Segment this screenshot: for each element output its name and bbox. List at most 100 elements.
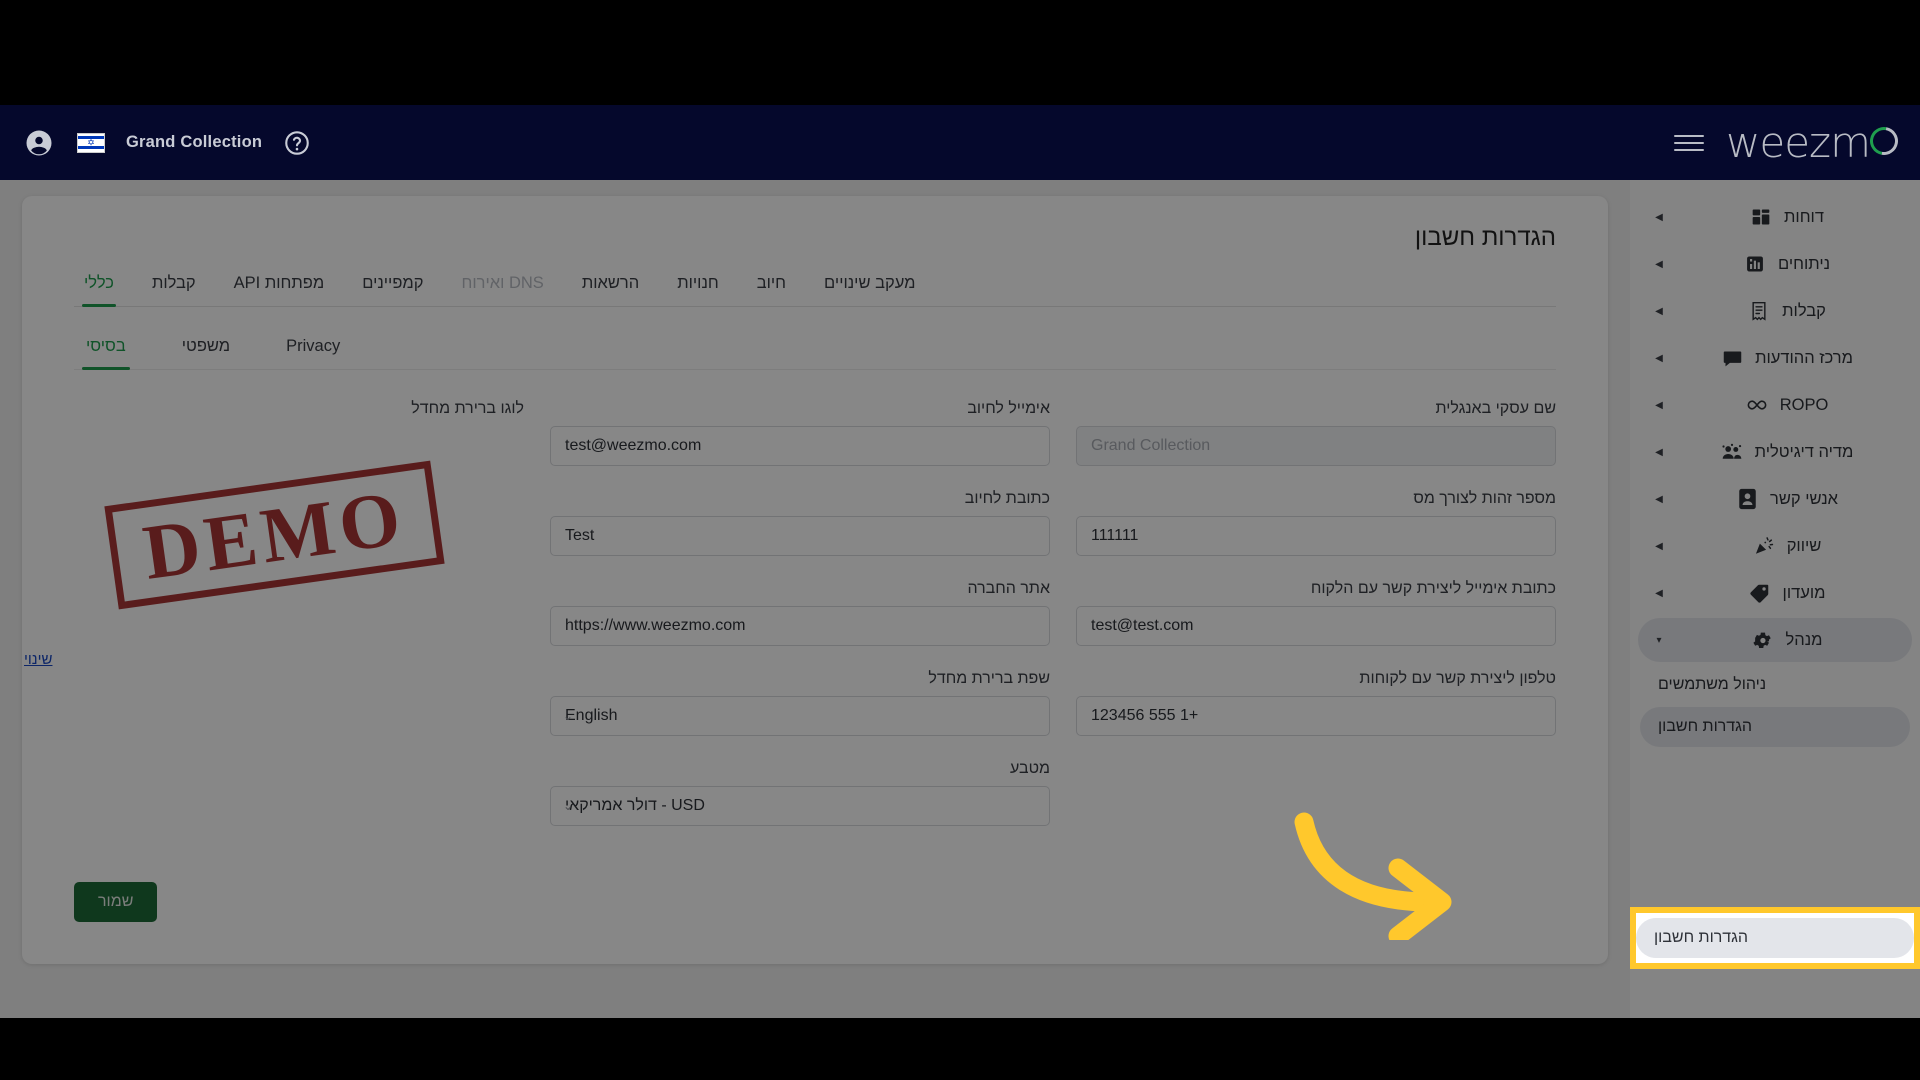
sidebar-item-label: מנהל: [1785, 630, 1823, 649]
sidebar-item-label: הגדרות חשבון: [1654, 929, 1749, 946]
message-bubble-icon: [1719, 345, 1745, 371]
weezmo-logo[interactable]: weezm: [1726, 117, 1904, 167]
sidebar-item-0[interactable]: דוחות ◀: [1638, 195, 1912, 239]
sidebar-item-3[interactable]: מרכז ההודעות ◀: [1638, 336, 1912, 380]
text-input-field[interactable]: test@test.com: [1076, 606, 1556, 646]
tab-6[interactable]: חנויות: [675, 266, 721, 306]
chevron-left-icon: ◀: [1655, 493, 1663, 505]
sidebar-item-1[interactable]: ניתוחים ◀: [1638, 242, 1912, 286]
sidebar-item-6[interactable]: אנשי קשר ◀: [1638, 477, 1912, 521]
annotation-highlight-box: הגדרות חשבון: [1630, 907, 1920, 969]
settings-subtab-bar: בסיסי משפטי Privacy: [74, 329, 1556, 370]
text-input-field[interactable]: 111111: [1076, 516, 1556, 556]
flag-graphic: ✡: [77, 132, 105, 153]
form-field: טלפון ליצירת קשר עם לקוחות +1 555 123456: [1076, 670, 1556, 736]
field-value: +1 555 123456: [1091, 707, 1199, 724]
field-value: test@weezmo.com: [565, 437, 702, 454]
chevron-left-icon: ◀: [1655, 399, 1663, 411]
form-field: שם עסקי באנגלית Grand Collection: [1076, 400, 1556, 466]
subtab-2[interactable]: Privacy: [282, 329, 344, 369]
select-field[interactable]: English ⌄: [550, 696, 1050, 736]
chevron-down-icon: ⌄: [563, 799, 574, 813]
sidebar-item-8[interactable]: מועדון ◀: [1638, 571, 1912, 615]
demo-stamp-image: DEMO: [104, 460, 444, 609]
form-field: אתר החברה https://www.weezmo.com: [550, 580, 1050, 646]
chevron-left-icon: ◀: [1655, 540, 1663, 552]
tab-8[interactable]: מעקב שינויים: [822, 266, 917, 306]
field-label: אתר החברה: [967, 580, 1050, 597]
select-field[interactable]: USD - דולר אמריקאי ⌄: [550, 786, 1050, 826]
text-input-field[interactable]: Test: [550, 516, 1050, 556]
people-group-icon: [1719, 439, 1745, 465]
sidebar-item-label: מדיה דיגיטלית: [1754, 442, 1854, 461]
subtab-1[interactable]: משפטי: [178, 329, 234, 369]
field-value: USD - דולר אמריקאי: [565, 797, 705, 814]
tab-5[interactable]: הרשאות: [580, 266, 641, 306]
sidebar-item-5[interactable]: מדיה דיגיטלית ◀: [1638, 430, 1912, 474]
application-viewport: ✡ Grand Collection weezm הגדרות חשבון כל…: [0, 105, 1920, 1018]
field-value: Grand Collection: [1091, 437, 1211, 454]
chevron-left-icon: ◀: [1655, 352, 1663, 364]
tab-3[interactable]: קמפיינים: [360, 266, 425, 306]
tab-1[interactable]: קבלות: [150, 266, 198, 306]
dashboard-grid-icon: [1748, 204, 1774, 230]
form-field: כתובת לחיוב Test: [550, 490, 1050, 556]
settings-tab-bar: כללי קבלות מפתחות API קמפיינים DNS ואירוח הרש…: [74, 266, 1556, 307]
sidebar-item-label: שיווק: [1786, 536, 1822, 555]
sidebar-item-label: מועדון: [1782, 583, 1826, 602]
megaphone-confetti-icon: [1751, 533, 1777, 559]
sidebar-item-9[interactable]: מנהל ▾: [1638, 618, 1912, 662]
text-input-field[interactable]: https://www.weezmo.com: [550, 606, 1050, 646]
account-circle-icon[interactable]: [22, 126, 56, 160]
israel-flag-icon[interactable]: ✡: [74, 126, 108, 160]
sidebar-item-label: מרכז ההודעות: [1755, 348, 1853, 367]
field-label: טלפון ליצירת קשר עם לקוחות: [1359, 670, 1556, 687]
star-of-david-glyph: ✡: [87, 137, 95, 147]
save-button[interactable]: שמור: [74, 882, 158, 922]
form-column-right: שם עסקי באנגלית Grand Collection מספר זהות…: [1076, 400, 1556, 850]
help-circle-icon[interactable]: [280, 126, 314, 160]
sidebar-subitem-0[interactable]: ניהול משתמשים: [1640, 665, 1910, 705]
field-label: שם עסקי באנגלית: [1435, 400, 1556, 417]
text-input-field: Grand Collection: [1076, 426, 1556, 466]
sidebar-item-label: ניתוחים: [1777, 254, 1831, 273]
text-input-field[interactable]: +1 555 123456: [1076, 696, 1556, 736]
tab-2[interactable]: מפתחות API: [232, 266, 327, 306]
top-navigation-bar: ✡ Grand Collection weezm: [0, 105, 1920, 180]
sidebar-subitem-1[interactable]: הגדרות חשבון: [1640, 707, 1910, 747]
tab-0[interactable]: כללי: [82, 266, 116, 307]
sidebar-subitem-label: הגדרות חשבון: [1658, 718, 1753, 735]
form-column-logo: לוגו ברירת מחדל DEMO שינוי: [24, 400, 524, 850]
form-field: אימייל לחיוב test@weezmo.com: [550, 400, 1050, 466]
tab-7[interactable]: חיוב: [755, 266, 788, 306]
form-field: כתובת אימייל ליצירת קשר עם הלקוח test@tes…: [1076, 580, 1556, 646]
sidebar-item-4[interactable]: ROPO ◀: [1638, 383, 1912, 427]
screenshot-root: ✡ Grand Collection weezm הגדרות חשבון כל…: [0, 0, 1920, 1080]
letterbox-top: [0, 0, 1920, 105]
form-field: מטבע USD - דולר אמריקאי ⌄: [550, 760, 1050, 826]
sidebar-item-2[interactable]: קבלות ◀: [1638, 289, 1912, 333]
logo-wordmark: weezm: [1726, 117, 1871, 167]
account-name-label[interactable]: Grand Collection: [126, 133, 262, 152]
topbar-left-group: ✡ Grand Collection: [0, 126, 314, 160]
chevron-down-icon: ▾: [1656, 634, 1662, 646]
sidebar-item-label: ROPO: [1779, 395, 1829, 414]
sidebar-item-label: אנשי קשר: [1770, 489, 1838, 508]
sidebar-item-7[interactable]: שיווק ◀: [1638, 524, 1912, 568]
field-value: 111111: [1091, 527, 1139, 544]
text-input-field[interactable]: test@weezmo.com: [550, 426, 1050, 466]
main-content-area: הגדרות חשבון כללי קבלות מפתחות API קמפיינים…: [0, 180, 1630, 1018]
subtab-0[interactable]: בסיסי: [82, 329, 130, 370]
sidebar-item-account-settings-highlighted[interactable]: הגדרות חשבון: [1636, 918, 1914, 958]
field-label: מספר זהות לצורך מס: [1413, 490, 1556, 507]
sidebar-subitem-label: ניהול משתמשים: [1658, 676, 1767, 693]
chevron-left-icon: ◀: [1655, 258, 1663, 270]
field-label: אימייל לחיוב: [967, 400, 1050, 417]
contact-card-icon: [1734, 486, 1760, 512]
hamburger-menu-icon[interactable]: [1674, 134, 1704, 151]
letterbox-bottom: [0, 1018, 1920, 1080]
change-logo-link[interactable]: שינוי: [24, 651, 52, 668]
bar-chart-icon: [1742, 251, 1768, 277]
field-value: Test: [565, 527, 595, 544]
main-sidebar: דוחות ◀ ניתוחים ◀ קבלות ◀ מרכז ההודעות ◀ ROPO ◀ מד…: [1630, 180, 1920, 1018]
